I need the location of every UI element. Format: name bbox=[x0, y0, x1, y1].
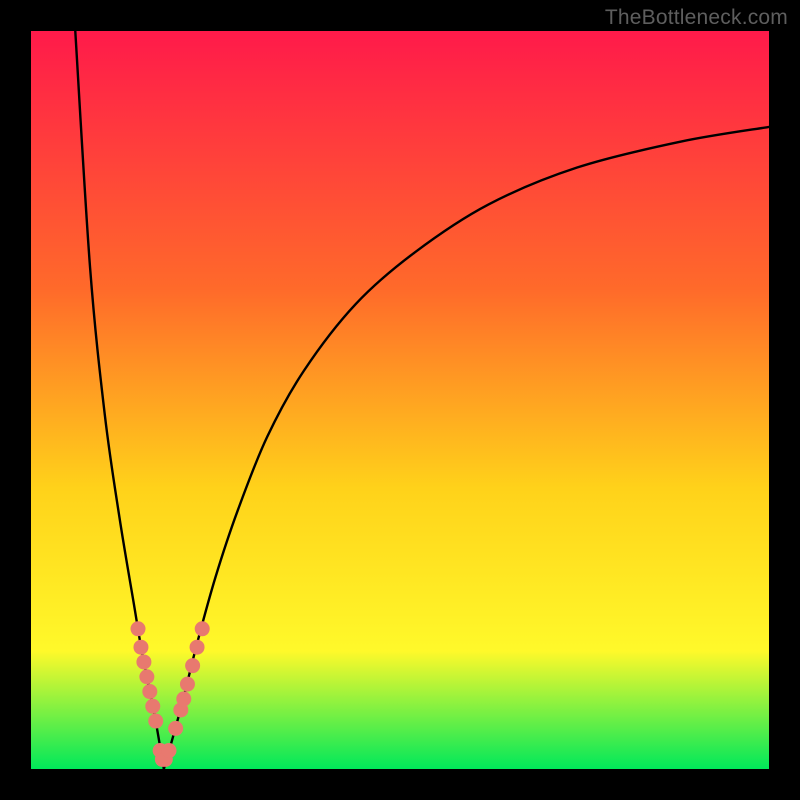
data-marker bbox=[133, 640, 148, 655]
data-marker bbox=[190, 640, 205, 655]
data-marker bbox=[176, 691, 191, 706]
data-marker bbox=[145, 699, 160, 714]
data-marker bbox=[180, 677, 195, 692]
data-marker bbox=[195, 621, 210, 636]
data-marker bbox=[185, 658, 200, 673]
data-marker bbox=[162, 743, 177, 758]
data-marker bbox=[139, 669, 154, 684]
data-marker bbox=[168, 721, 183, 736]
chart-svg bbox=[31, 31, 769, 769]
watermark-text: TheBottleneck.com bbox=[605, 6, 788, 30]
data-marker bbox=[131, 621, 146, 636]
data-marker bbox=[136, 654, 151, 669]
data-marker bbox=[142, 684, 157, 699]
plot-area bbox=[31, 31, 769, 769]
chart-frame: TheBottleneck.com bbox=[0, 0, 800, 800]
data-marker bbox=[148, 714, 163, 729]
